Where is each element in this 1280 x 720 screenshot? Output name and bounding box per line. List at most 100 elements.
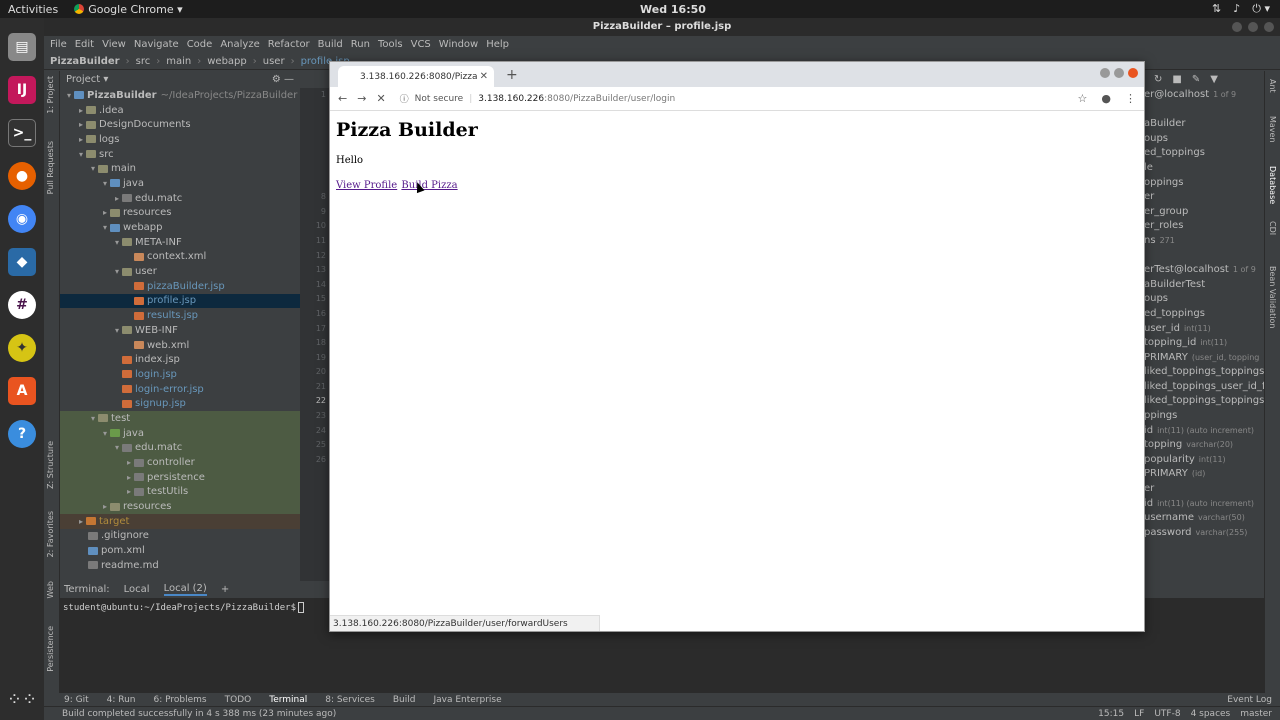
indent-setting[interactable]: 4 spaces <box>1191 709 1231 719</box>
tree-item[interactable]: ▾ user <box>60 264 300 279</box>
git-tool-button[interactable]: 9: Git <box>64 695 89 705</box>
menu-edit[interactable]: Edit <box>75 39 94 50</box>
db-tree-item[interactable]: liked_toppings_user_id_f <box>1144 380 1264 395</box>
db-tree-item[interactable]: PRIMARY (id) <box>1144 467 1264 482</box>
activities-button[interactable]: Activities <box>8 3 58 16</box>
tree-item[interactable]: web.xml <box>60 338 300 353</box>
db-tree-item[interactable]: er <box>1144 190 1264 205</box>
breadcrumb-project[interactable]: PizzaBuilder <box>50 56 120 67</box>
stop-loading-icon[interactable]: ✕ <box>376 92 385 105</box>
close-tab-icon[interactable]: ✕ <box>480 71 488 82</box>
problems-tool-button[interactable]: 6: Problems <box>154 695 207 705</box>
tree-item[interactable]: ▸ resources <box>60 499 300 514</box>
breadcrumb-user[interactable]: user <box>263 56 285 67</box>
db-tree-item[interactable]: topping_id int(11) <box>1144 336 1264 351</box>
tree-item[interactable]: ▾ test <box>60 411 300 426</box>
menu-help[interactable]: Help <box>486 39 509 50</box>
pull-requests-tab[interactable]: Pull Requests <box>46 141 55 194</box>
db-tree-item[interactable]: topping varchar(20) <box>1144 438 1264 453</box>
db-tree-item[interactable]: id int(11) (auto increment) <box>1144 497 1264 512</box>
persistence-tab[interactable]: Persistence <box>46 626 55 672</box>
cursor-position[interactable]: 15:15 <box>1098 709 1124 719</box>
tree-root[interactable]: ▾ PizzaBuilder ~/IdeaProjects/PizzaBuilder <box>60 88 300 103</box>
db-tree-item[interactable]: id int(11) (auto increment) <box>1144 424 1264 439</box>
maven-tab[interactable]: Maven <box>1268 116 1277 143</box>
web-tab[interactable]: Web <box>46 581 55 598</box>
java-enterprise-tool-button[interactable]: Java Enterprise <box>433 695 501 705</box>
tree-item[interactable]: pom.xml <box>60 543 300 558</box>
tree-item[interactable]: ▸ controller <box>60 455 300 470</box>
db-tree-item[interactable]: oups <box>1144 132 1264 147</box>
tree-item[interactable]: ▸ resources <box>60 206 300 221</box>
intellij-icon[interactable]: IJ <box>8 76 36 104</box>
bookmark-star-icon[interactable]: ☆ <box>1078 92 1088 105</box>
run-tool-button[interactable]: 4: Run <box>107 695 136 705</box>
tree-item[interactable]: ▸ DesignDocuments <box>60 117 300 132</box>
tree-item[interactable]: .gitignore <box>60 529 300 544</box>
build-pizza-link[interactable]: Build Pizza <box>401 180 457 191</box>
terminal-tab-local-2[interactable]: Local (2) <box>163 583 207 596</box>
db-tree-item[interactable]: ppings <box>1144 409 1264 424</box>
tree-item[interactable]: ▾ main <box>60 161 300 176</box>
chrome-window-controls[interactable] <box>1100 68 1138 78</box>
services-tool-button[interactable]: 8: Services <box>325 695 375 705</box>
line-separator[interactable]: LF <box>1134 709 1144 719</box>
db-tree-item[interactable]: aBuilderTest <box>1144 278 1264 293</box>
terminal-tab-local[interactable]: Local <box>124 584 150 595</box>
db-tree-item[interactable]: password varchar(255) <box>1144 526 1264 541</box>
db-tree-item[interactable]: er@localhost 1 of 9 <box>1144 88 1264 103</box>
view-profile-link[interactable]: View Profile <box>336 180 397 191</box>
ide-window-controls[interactable] <box>1232 22 1274 32</box>
menu-file[interactable]: File <box>50 39 67 50</box>
db-tree-item[interactable]: liked_toppings_toppings <box>1144 394 1264 409</box>
tree-item[interactable]: login.jsp <box>60 367 300 382</box>
menu-refactor[interactable]: Refactor <box>268 39 310 50</box>
favorites-tab[interactable]: 2: Favorites <box>46 511 55 557</box>
db-tree-item[interactable] <box>1144 249 1264 264</box>
new-terminal-button[interactable]: + <box>221 584 229 595</box>
db-tree-item[interactable]: popularity int(11) <box>1144 453 1264 468</box>
project-view-selector[interactable]: Project ▾ <box>66 74 108 85</box>
tree-item[interactable]: ▸ persistence <box>60 469 300 485</box>
tree-item[interactable]: ▸ logs <box>60 132 300 147</box>
clock[interactable]: Wed 16:50 <box>640 3 706 16</box>
edit-icon[interactable]: ✎ <box>1192 74 1200 85</box>
tree-item[interactable]: index.jsp <box>60 352 300 367</box>
tree-item[interactable]: pizzaBuilder.jsp <box>60 279 300 294</box>
info-icon[interactable]: ⓘ <box>400 92 409 105</box>
tree-item[interactable]: context.xml <box>60 250 300 265</box>
git-branch[interactable]: master <box>1240 709 1272 719</box>
slack-icon[interactable]: # <box>8 291 36 319</box>
menu-build[interactable]: Build <box>318 39 343 50</box>
db-tree-item[interactable]: aBuilder <box>1144 117 1264 132</box>
db-tree-item[interactable]: er_roles <box>1144 219 1264 234</box>
tree-item[interactable]: ▸ .idea <box>60 103 300 118</box>
db-tree-item[interactable]: ed_toppings <box>1144 146 1264 161</box>
menu-analyze[interactable]: Analyze <box>220 39 259 50</box>
db-tree-item[interactable]: er_group <box>1144 205 1264 220</box>
tree-item[interactable]: signup.jsp <box>60 396 300 411</box>
menu-window[interactable]: Window <box>439 39 478 50</box>
filter-icon[interactable]: ▼ <box>1210 74 1218 85</box>
tree-item[interactable]: ▸ target <box>60 513 300 529</box>
db-tree-item[interactable] <box>1144 103 1264 118</box>
status-message[interactable]: Build completed successfully in 4 s 388 … <box>62 709 336 719</box>
tree-item[interactable]: ▾ edu.matc <box>60 440 300 456</box>
tree-item[interactable]: ▾ META-INF <box>60 235 300 250</box>
files-icon[interactable]: ▤ <box>8 33 36 61</box>
menu-code[interactable]: Code <box>187 39 213 50</box>
db-tree-item[interactable]: ns 271 <box>1144 234 1264 249</box>
tree-item[interactable]: ▾ WEB-INF <box>60 323 300 338</box>
software-center-icon[interactable]: A <box>8 377 36 405</box>
breadcrumb-main[interactable]: main <box>166 56 191 67</box>
tree-item[interactable]: login-error.jsp <box>60 382 300 397</box>
cdi-tab[interactable]: CDI <box>1268 221 1277 235</box>
db-tree-item[interactable]: liked_toppings_toppings <box>1144 365 1264 380</box>
db-tree-item[interactable]: le <box>1144 161 1264 176</box>
show-apps-icon[interactable]: ⁘⁘ <box>7 689 37 710</box>
menu-run[interactable]: Run <box>351 39 370 50</box>
new-tab-button[interactable]: + <box>506 67 518 83</box>
tree-item[interactable]: ▸ edu.matc <box>60 191 300 206</box>
chrome-menu-icon[interactable]: ⋮ <box>1125 92 1136 105</box>
system-tray[interactable]: ⇅ ♪ ⏻ ▾ <box>1212 2 1270 16</box>
